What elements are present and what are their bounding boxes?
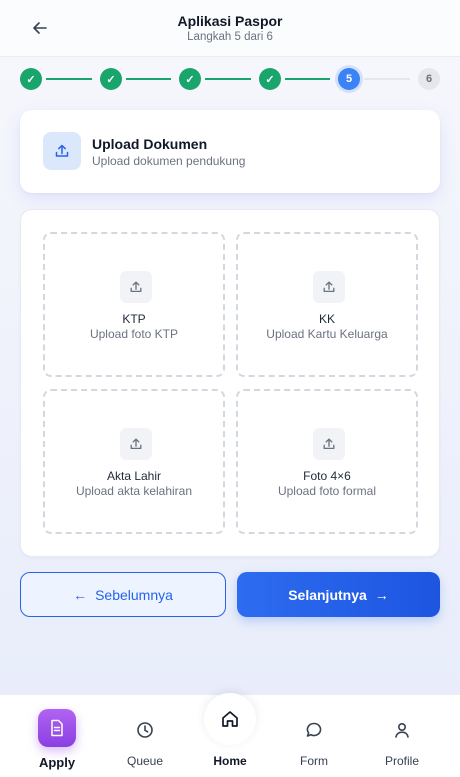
upload-icon [313,428,345,460]
nav-item-form[interactable]: Form [274,695,354,777]
step-5: 5 [338,68,360,90]
document-hint: Upload foto formal [277,484,377,498]
upload-icon [120,428,152,460]
arrow-left-icon: ← [73,586,88,603]
previous-button[interactable]: ← Sebelumnya [20,572,226,617]
bottom-navigation: Apply Queue Home Form Profile [0,693,460,777]
step-connector [285,78,330,80]
step-6: 6 [418,68,440,90]
section-header-card: Upload Dokumen Upload dokumen pendukung [20,110,440,193]
upload-icon [313,271,345,303]
step-connector [46,78,92,80]
upload-tile-ktp[interactable]: KTP Upload foto KTP [43,232,225,377]
document-label: KTP [122,312,146,326]
document-hint: Upload Kartu Keluarga [266,327,388,341]
nav-label-form: Form [300,754,328,768]
nav-label-profile: Profile [384,754,419,768]
step-connector [364,78,410,80]
nav-item-profile[interactable]: Profile [362,695,442,777]
upload-icon [120,271,152,303]
upload-tile-foto[interactable]: Foto 4×6 Upload foto formal [236,389,418,534]
next-button-label: Selanjutnya [288,586,367,603]
nav-item-home[interactable]: Home [190,693,270,777]
document-hint: Upload akta kelahiran [75,484,193,498]
home-icon [204,693,256,745]
app-header: Aplikasi Paspor Langkah 5 dari 6 [0,0,460,57]
nav-item-queue[interactable]: Queue [105,695,185,777]
document-label: KK [318,312,335,326]
nav-label-home: Home [213,754,247,768]
nav-item-apply[interactable]: Apply [17,695,97,777]
user-icon [391,719,413,741]
clock-icon [134,719,156,741]
step-connector [205,78,251,80]
upload-icon [43,132,81,170]
section-title: Upload Dokumen [92,136,208,152]
page-title: Aplikasi Paspor [177,13,283,29]
step-4: ✓ [259,68,281,90]
step-1: ✓ [20,68,42,90]
previous-button-label: Sebelumnya [95,586,173,603]
document-label: Akta Lahir [106,469,162,483]
step-2: ✓ [100,68,122,90]
nav-label-apply: Apply [38,755,76,770]
document-label: Foto 4×6 [303,469,351,483]
arrow-right-icon: → [374,586,389,603]
step-3: ✓ [179,68,201,90]
chat-bubble-icon [303,719,325,741]
step-indicator-text: Langkah 5 dari 6 [187,31,273,43]
progress-stepper: ✓ ✓ ✓ ✓ 5 6 [0,68,460,92]
document-icon [38,709,76,747]
nav-label-queue: Queue [126,754,164,768]
upload-tile-akta-lahir[interactable]: Akta Lahir Upload akta kelahiran [43,389,225,534]
next-button[interactable]: Selanjutnya → [237,572,440,617]
step-connector [126,78,171,80]
document-upload-grid: KTP Upload foto KTP KK Upload Kartu Kelu… [20,209,440,557]
upload-tile-kk[interactable]: KK Upload Kartu Keluarga [236,232,418,377]
document-hint: Upload foto KTP [89,327,179,341]
section-description: Upload dokumen pendukung [92,154,246,168]
